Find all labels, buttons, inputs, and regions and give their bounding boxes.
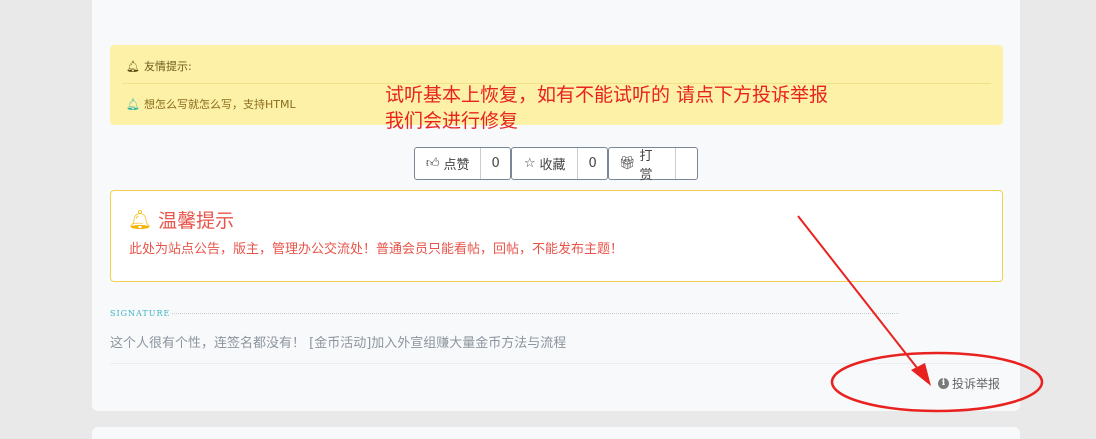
annotation-arrow-head — [911, 363, 931, 386]
annotation-circle — [830, 351, 1044, 413]
annotation-overlay — [797, 215, 1044, 413]
